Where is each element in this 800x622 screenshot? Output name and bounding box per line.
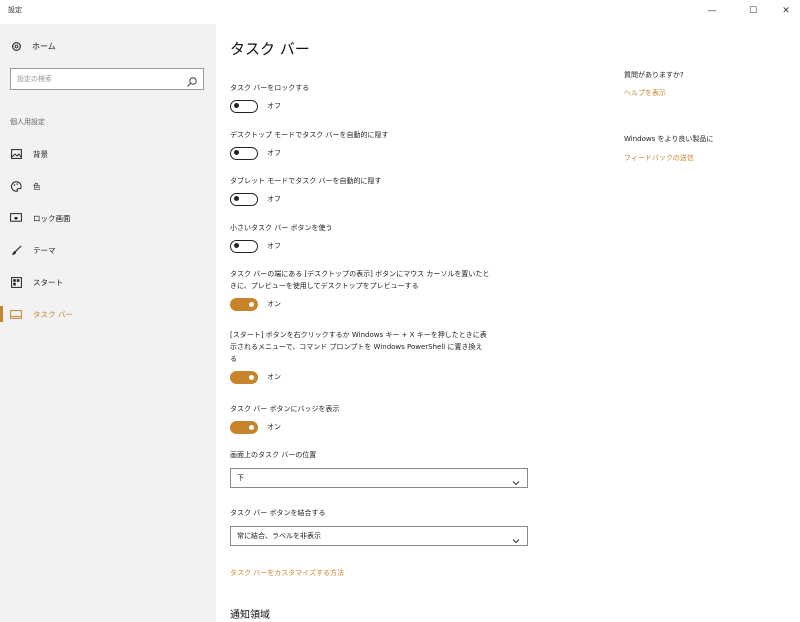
- brush-icon: [10, 244, 22, 256]
- toggle-knob: [234, 196, 239, 201]
- toggle-state: オフ: [267, 242, 281, 250]
- combine-buttons-select[interactable]: 常に結合、ラベルを非表示: [230, 526, 528, 546]
- lock-taskbar-toggle[interactable]: [230, 99, 258, 113]
- search-icon[interactable]: [186, 73, 198, 87]
- sidebar-nav: 背景 色 ロック画面 テーマ スタート タスク バー: [0, 138, 216, 330]
- sidebar-item-home[interactable]: ホーム: [10, 40, 56, 52]
- sidebar: ホーム 個人用設定 背景 色 ロック画面: [0, 24, 216, 622]
- setting-label: デスクトップ モードでタスク バーを自動的に隠す: [230, 131, 389, 139]
- badges-toggle[interactable]: [230, 420, 258, 434]
- feedback-link[interactable]: フィードバックの送信: [624, 153, 694, 163]
- autohide-desktop-toggle[interactable]: [230, 146, 258, 160]
- picture-icon: [10, 148, 22, 160]
- setting-small-buttons: 小さいタスク バー ボタンを使う オフ: [230, 222, 540, 253]
- setting-autohide-desktop: デスクトップ モードでタスク バーを自動的に隠す オフ: [230, 129, 540, 160]
- taskbar-position-select[interactable]: 下: [230, 468, 528, 488]
- sidebar-item-themes[interactable]: テーマ: [0, 234, 216, 266]
- customize-taskbar-link[interactable]: タスク バーをカスタマイズする方法: [230, 568, 344, 578]
- toggle-knob: [234, 150, 239, 155]
- peek-desktop-toggle[interactable]: [230, 297, 258, 311]
- sidebar-item-label: タスク バー: [33, 309, 73, 319]
- taskbar-position-label: 画面上のタスク バーの位置: [230, 451, 317, 459]
- setting-label: タブレット モードでタスク バーを自動的に隠す: [230, 177, 382, 185]
- toggle-knob: [249, 374, 254, 380]
- setting-autohide-tablet: タブレット モードでタスク バーを自動的に隠す オフ: [230, 175, 540, 206]
- setting-label-line: る: [230, 355, 237, 363]
- dropdown-value: 常に結合、ラベルを非表示: [237, 532, 321, 540]
- powershell-toggle[interactable]: [230, 370, 258, 384]
- toggle-state: オフ: [267, 149, 281, 157]
- sidebar-item-taskbar[interactable]: タスク バー: [0, 298, 216, 330]
- close-icon: ✕: [782, 6, 790, 16]
- sidebar-item-label: スタート: [33, 277, 63, 287]
- chevron-down-icon: [511, 531, 521, 544]
- setting-badges: タスク バー ボタンにバッジを表示 オン: [230, 403, 540, 434]
- setting-label-line: [スタート] ボタンを右クリックするか Windows キー + X キーを押し…: [230, 331, 487, 339]
- sidebar-item-start[interactable]: スタート: [0, 266, 216, 298]
- setting-label: タスク バーをロックする: [230, 84, 310, 92]
- setting-label-line: きに、プレビューを使用してデスクトップをプレビューする: [230, 282, 419, 290]
- autohide-tablet-toggle[interactable]: [230, 192, 258, 206]
- help-link[interactable]: ヘルプを表示: [624, 88, 666, 98]
- home-label: ホーム: [32, 41, 56, 51]
- toggle-knob: [234, 103, 239, 108]
- maximize-icon: ☐: [748, 6, 758, 16]
- section-label: 個人用設定: [10, 118, 45, 126]
- minimize-icon: —: [707, 6, 717, 16]
- toggle-state: オン: [267, 300, 281, 308]
- setting-lock-taskbar: タスク バーをロックする オフ: [230, 82, 540, 113]
- taskbar-icon: [10, 308, 22, 320]
- sidebar-item-label: テーマ: [33, 245, 56, 255]
- setting-label: タスク バー ボタンにバッジを表示: [230, 405, 340, 413]
- toggle-knob: [249, 301, 254, 307]
- question-heading: 質問がありますか?: [624, 71, 684, 79]
- close-button[interactable]: ✕: [766, 0, 800, 22]
- notification-area-title: 通知領域: [230, 610, 270, 621]
- toggle-state: オン: [267, 423, 281, 431]
- palette-icon: [10, 180, 22, 192]
- small-buttons-toggle[interactable]: [230, 239, 258, 253]
- sidebar-item-colors[interactable]: 色: [0, 170, 216, 202]
- sidebar-item-label: 背景: [33, 149, 48, 159]
- start-menu-icon: [10, 276, 22, 288]
- improve-heading: Windows をより良い製品に: [624, 135, 714, 143]
- setting-peek-desktop: タスク バーの端にある [デスクトップの表示] ボタンにマウス カーソルを置いた…: [230, 268, 540, 311]
- sidebar-item-label: ロック画面: [33, 213, 71, 223]
- sidebar-item-label: 色: [33, 181, 41, 191]
- toggle-knob: [234, 243, 239, 248]
- sidebar-item-background[interactable]: 背景: [0, 138, 216, 170]
- toggle-state: オフ: [267, 102, 281, 110]
- toggle-state: オフ: [267, 195, 281, 203]
- dropdown-value: 下: [237, 474, 244, 482]
- chevron-down-icon: [511, 473, 521, 486]
- gear-icon: [10, 40, 22, 52]
- sidebar-item-lock-screen[interactable]: ロック画面: [0, 202, 216, 234]
- setting-powershell: [スタート] ボタンを右クリックするか Windows キー + X キーを押し…: [230, 329, 540, 384]
- toggle-state: オン: [267, 373, 281, 381]
- minimize-button[interactable]: —: [692, 0, 732, 22]
- title-bar: 設定 — ☐ ✕: [0, 0, 800, 24]
- active-indicator: [0, 306, 3, 322]
- setting-label: 小さいタスク バー ボタンを使う: [230, 224, 333, 232]
- search-input[interactable]: [17, 72, 177, 86]
- page-title: タスク バー: [230, 40, 310, 58]
- setting-label-line: タスク バーの端にある [デスクトップの表示] ボタンにマウス カーソルを置いた…: [230, 270, 490, 278]
- setting-label-line: 示されるメニューで、コマンド プロンプトを Windows PowerShell…: [230, 343, 483, 351]
- combine-buttons-label: タスク バー ボタンを結合する: [230, 509, 326, 517]
- window-title: 設定: [8, 6, 22, 14]
- lock-screen-icon: [10, 212, 22, 224]
- toggle-knob: [249, 424, 254, 430]
- search-box[interactable]: [10, 68, 204, 90]
